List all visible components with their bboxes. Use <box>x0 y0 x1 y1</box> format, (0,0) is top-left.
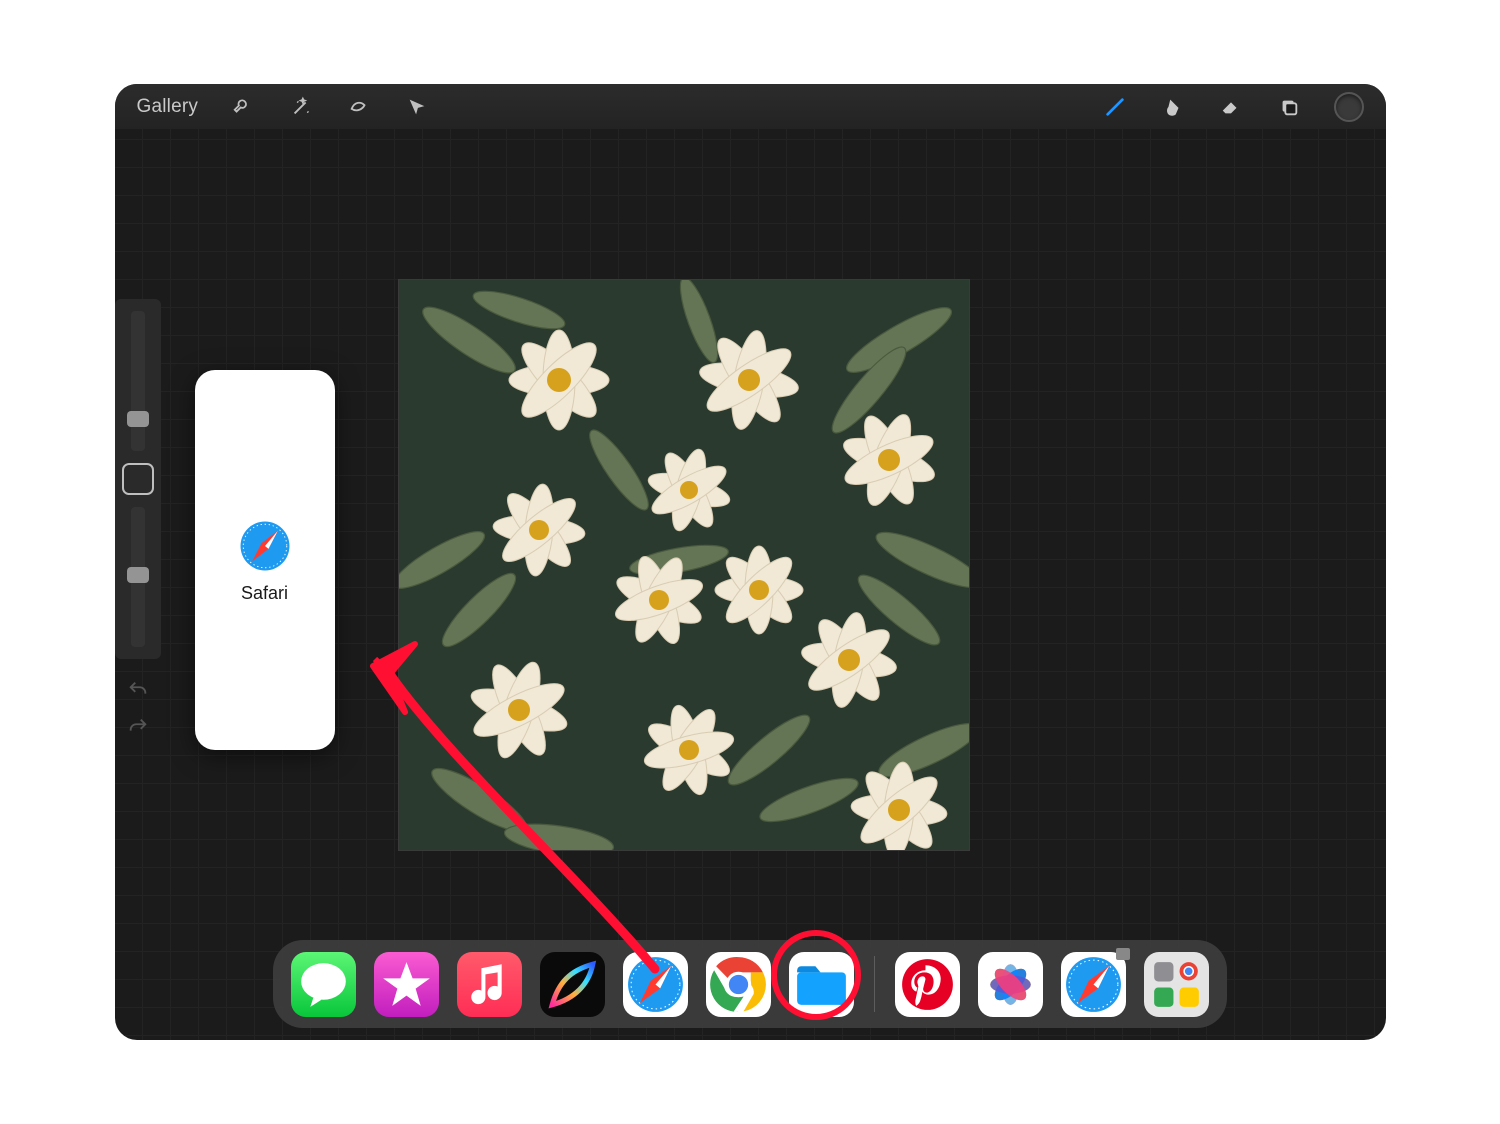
undo-icon[interactable] <box>127 679 149 706</box>
wrench-icon[interactable] <box>230 94 256 120</box>
selection-icon[interactable] <box>346 94 372 120</box>
dock-app-procreate[interactable] <box>540 952 605 1017</box>
dock-app-chrome[interactable] <box>706 952 771 1017</box>
dock-separator <box>874 956 875 1012</box>
brush-opacity-slider[interactable] <box>131 507 145 647</box>
dock-app-pinterest[interactable] <box>895 952 960 1017</box>
sidebar-sliders <box>115 299 161 659</box>
transform-arrow-icon[interactable] <box>404 94 430 120</box>
dock-app-safari-recent[interactable] <box>1061 952 1126 1017</box>
magic-wand-icon[interactable] <box>288 94 314 120</box>
dock-app-photos[interactable] <box>978 952 1043 1017</box>
brush-icon[interactable] <box>1102 94 1128 120</box>
layers-icon[interactable] <box>1276 94 1302 120</box>
color-picker-button[interactable] <box>1334 92 1364 122</box>
dock-app-folder[interactable] <box>1144 952 1209 1017</box>
dock-app-files[interactable] <box>789 952 854 1017</box>
modify-button[interactable] <box>122 463 154 495</box>
procreate-sidebar <box>115 299 161 789</box>
handoff-indicator-icon <box>1116 948 1130 960</box>
smudge-icon[interactable] <box>1160 94 1186 120</box>
split-view-app-label: Safari <box>241 583 288 604</box>
eraser-icon[interactable] <box>1218 94 1244 120</box>
dock-app-itunes-store[interactable] <box>374 952 439 1017</box>
dock-app-music[interactable] <box>457 952 522 1017</box>
gallery-button[interactable]: Gallery <box>137 96 199 118</box>
brush-size-slider[interactable] <box>131 311 145 451</box>
dock-app-safari[interactable] <box>623 952 688 1017</box>
ipad-screen: Gallery <box>115 84 1386 1040</box>
procreate-topbar: Gallery <box>115 84 1386 129</box>
safari-icon <box>236 517 294 575</box>
redo-icon[interactable] <box>127 716 149 743</box>
canvas-artwork[interactable] <box>398 279 970 851</box>
undo-redo-group <box>127 679 149 743</box>
dock-app-messages[interactable] <box>291 952 356 1017</box>
split-view-drop-target[interactable]: Safari <box>195 370 335 750</box>
ipad-dock <box>273 940 1227 1028</box>
